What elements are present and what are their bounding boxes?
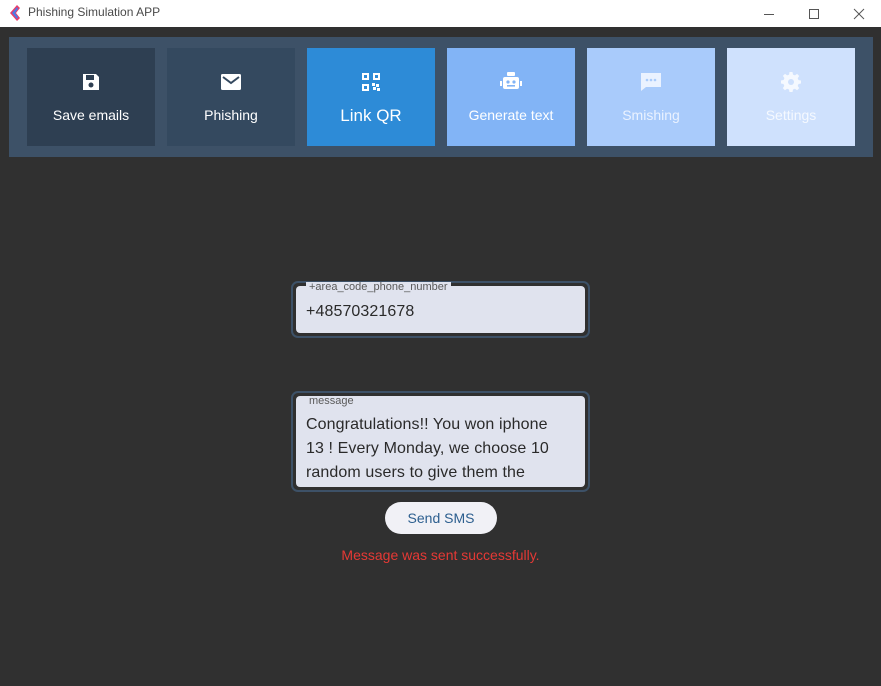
window-title: Phishing Simulation APP bbox=[28, 5, 161, 19]
close-icon bbox=[853, 8, 865, 19]
phone-field[interactable]: +area_code_phone_number +48570321678 bbox=[291, 281, 590, 338]
send-sms-button[interactable]: Send SMS bbox=[385, 502, 497, 534]
nav-save-emails-label: Save emails bbox=[52, 107, 130, 123]
nav-smishing-button[interactable]: Smishing bbox=[587, 48, 715, 146]
minimize-icon bbox=[764, 13, 774, 15]
phone-input[interactable]: +area_code_phone_number +48570321678 bbox=[296, 282, 585, 333]
phone-field-label: +area_code_phone_number bbox=[306, 282, 451, 293]
nav-generate-text-button[interactable]: Generate text bbox=[447, 48, 575, 146]
message-field[interactable]: message Congratulations!! You won iphone… bbox=[291, 391, 590, 492]
message-field-label: message bbox=[306, 396, 357, 407]
qr-icon bbox=[360, 71, 382, 93]
chat-icon bbox=[640, 71, 662, 93]
message-value: Congratulations!! You won iphone 13 ! Ev… bbox=[306, 416, 549, 481]
minimize-button[interactable] bbox=[746, 0, 792, 27]
maximize-icon bbox=[809, 8, 819, 19]
app-logo-icon bbox=[10, 5, 20, 21]
nav-bar: Save emails Phishing Link QR Generate te… bbox=[9, 37, 873, 157]
save-icon bbox=[80, 71, 102, 93]
nav-settings-button[interactable]: Settings bbox=[727, 48, 855, 146]
nav-phishing-button[interactable]: Phishing bbox=[167, 48, 295, 146]
title-bar: Phishing Simulation APP bbox=[0, 0, 881, 27]
nav-phishing-label: Phishing bbox=[204, 107, 258, 123]
nav-settings-label: Settings bbox=[765, 107, 817, 123]
phone-value: +48570321678 bbox=[306, 303, 415, 320]
nav-link-qr-button[interactable]: Link QR bbox=[307, 48, 435, 146]
nav-generate-text-label: Generate text bbox=[468, 107, 554, 123]
maximize-button[interactable] bbox=[791, 0, 837, 27]
close-button[interactable] bbox=[836, 0, 881, 27]
nav-smishing-label: Smishing bbox=[622, 107, 680, 123]
nav-save-emails-button[interactable]: Save emails bbox=[27, 48, 155, 146]
robot-icon bbox=[500, 71, 522, 93]
gear-icon bbox=[780, 71, 802, 93]
mail-icon bbox=[220, 71, 242, 93]
status-message: Message was sent successfully. bbox=[341, 547, 540, 563]
nav-link-qr-label: Link QR bbox=[340, 106, 402, 125]
message-input[interactable]: message Congratulations!! You won iphone… bbox=[296, 396, 585, 487]
